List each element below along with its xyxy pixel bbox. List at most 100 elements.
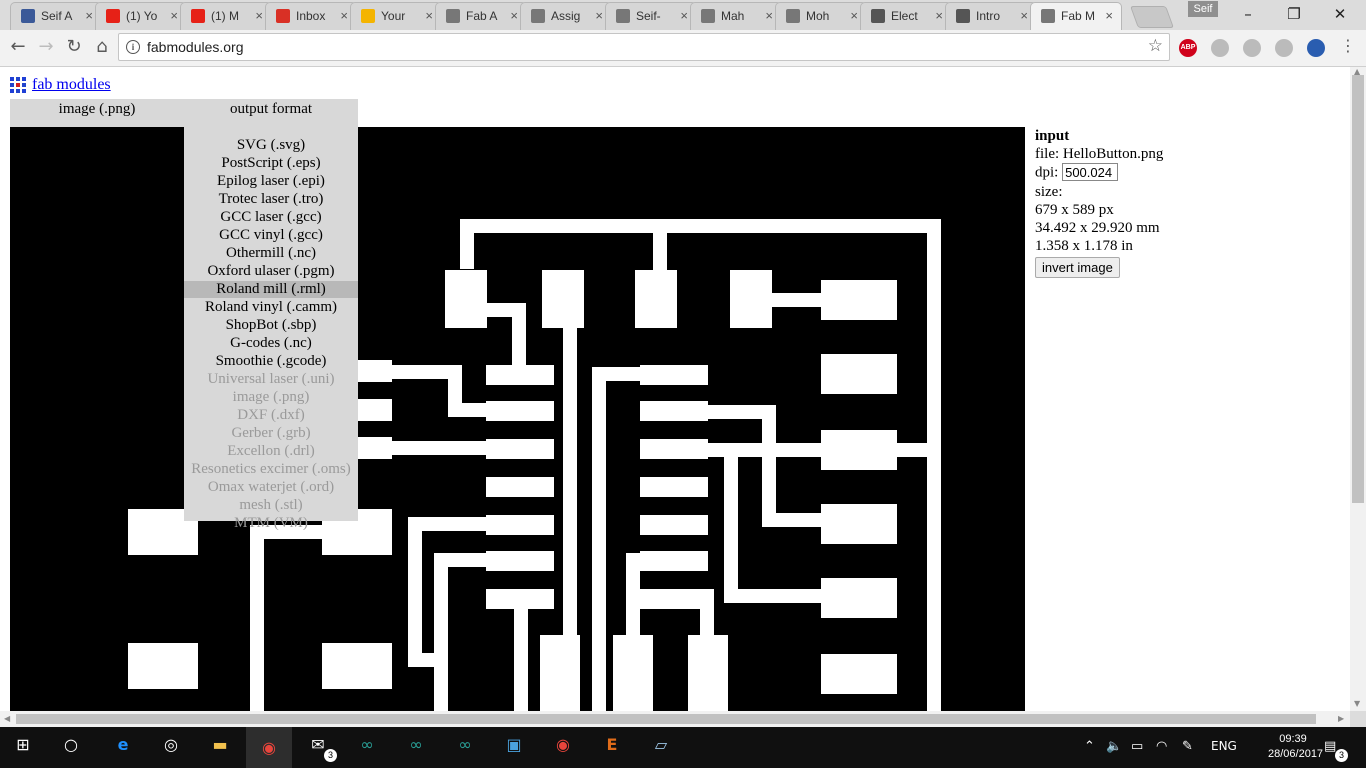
output-option[interactable]: G-codes (.nc) xyxy=(184,335,358,352)
edge-icon[interactable]: e xyxy=(110,735,136,761)
notepad-icon[interactable]: ▱ xyxy=(648,735,674,761)
output-option[interactable]: Roland vinyl (.camm) xyxy=(184,299,358,316)
address-bar[interactable]: i fabmodules.org ☆ xyxy=(118,33,1170,61)
vertical-scroll-thumb[interactable] xyxy=(1352,75,1364,503)
tab-title: (1) M xyxy=(211,9,239,23)
output-option[interactable]: GCC laser (.gcc) xyxy=(184,209,358,226)
language-indicator[interactable]: ENG xyxy=(1211,739,1237,753)
close-window-icon[interactable]: ✕ xyxy=(1330,4,1350,24)
output-option[interactable]: Smoothie (.gcode) xyxy=(184,353,358,370)
tab-close-icon[interactable]: × xyxy=(255,8,263,23)
adblock-icon[interactable]: ABP xyxy=(1179,39,1197,57)
horizontal-scroll-thumb[interactable] xyxy=(16,714,1316,724)
browser-tab[interactable]: (1) Yo × xyxy=(95,2,187,30)
output-option[interactable]: Epilog laser (.epi) xyxy=(184,173,358,190)
file-explorer-icon[interactable]: ▬ xyxy=(207,735,233,761)
tab-close-icon[interactable]: × xyxy=(1020,8,1028,23)
pen-icon[interactable]: ✎ xyxy=(1182,739,1193,754)
clock[interactable]: 09:39 28/06/2017 xyxy=(1268,732,1323,762)
app-window-icon[interactable]: ▣ xyxy=(501,735,527,761)
browser-tab[interactable]: Intro × xyxy=(945,2,1037,30)
chrome-taskbar-icon[interactable]: ◉ xyxy=(246,727,292,768)
forward-arrow-icon[interactable]: → xyxy=(34,36,58,60)
windows-start-icon[interactable]: ⊞ xyxy=(10,735,36,761)
back-arrow-icon[interactable]: ← xyxy=(6,36,30,60)
extension-icon[interactable] xyxy=(1307,39,1325,57)
browser-tab[interactable]: Seif- × xyxy=(605,2,697,30)
chrome-icon[interactable]: ◉ xyxy=(550,735,576,761)
input-format-menu[interactable]: image (.png) xyxy=(10,99,184,123)
new-tab-button[interactable] xyxy=(1129,6,1175,28)
tab-close-icon[interactable]: × xyxy=(425,8,433,23)
notification-icon[interactable]: ▤ xyxy=(1324,739,1336,754)
tab-title: Elect xyxy=(891,9,918,23)
extension-icon[interactable] xyxy=(1275,39,1293,57)
wifi-icon[interactable]: ◠ xyxy=(1156,739,1167,754)
search-circle-icon[interactable]: ○ xyxy=(58,735,84,761)
home-icon[interactable]: ⌂ xyxy=(90,36,114,60)
groove-icon[interactable]: ◎ xyxy=(158,735,184,761)
output-option[interactable]: SVG (.svg) xyxy=(184,137,358,154)
browser-tab[interactable]: Mah × xyxy=(690,2,782,30)
tab-close-icon[interactable]: × xyxy=(85,8,93,23)
output-option[interactable]: PostScript (.eps) xyxy=(184,155,358,172)
scroll-down-icon[interactable]: ▼ xyxy=(1354,699,1360,708)
invert-image-button[interactable]: invert image xyxy=(1035,257,1120,278)
tab-close-icon[interactable]: × xyxy=(510,8,518,23)
arduino-icon-2[interactable]: ∞ xyxy=(403,735,429,761)
output-option[interactable]: ShopBot (.sbp) xyxy=(184,317,358,334)
tab-close-icon[interactable]: × xyxy=(680,8,688,23)
scroll-right-icon[interactable]: ▶ xyxy=(1338,714,1344,723)
horizontal-scrollbar[interactable]: ◀ ▶ xyxy=(0,711,1350,727)
profile-button[interactable]: Seif xyxy=(1188,1,1218,17)
info-icon[interactable]: i xyxy=(126,40,140,54)
browser-tab[interactable]: Fab A × xyxy=(435,2,527,30)
output-option[interactable]: GCC vinyl (.gcc) xyxy=(184,227,358,244)
restore-icon[interactable]: ❐ xyxy=(1284,4,1304,24)
fab-modules-link[interactable]: fab modules xyxy=(32,76,111,94)
extension-icon[interactable] xyxy=(1243,39,1261,57)
tab-title: Intro xyxy=(976,9,1001,23)
tab-close-icon[interactable]: × xyxy=(935,8,943,23)
browser-tab[interactable]: Moh × xyxy=(775,2,867,30)
battery-icon[interactable]: ▭ xyxy=(1131,739,1143,754)
browser-tab[interactable]: Your × xyxy=(350,2,442,30)
output-option[interactable]: Oxford ulaser (.pgm) xyxy=(184,263,358,280)
book-icon xyxy=(871,9,885,23)
tab-close-icon[interactable]: × xyxy=(765,8,773,23)
arduino-icon-3[interactable]: ∞ xyxy=(452,735,478,761)
volume-icon[interactable]: 🔈 xyxy=(1106,739,1122,754)
dpi-input[interactable] xyxy=(1062,163,1119,181)
output-option: Omax waterjet (.ord) xyxy=(207,479,335,495)
browser-tab[interactable]: Assig × xyxy=(520,2,612,30)
tab-close-icon[interactable]: × xyxy=(850,8,858,23)
minimize-icon[interactable]: – xyxy=(1238,4,1258,24)
tab-title: Inbox xyxy=(296,9,326,23)
file-row: file: HelloButton.png xyxy=(1035,145,1335,163)
browser-tab[interactable]: (1) M × xyxy=(180,2,272,30)
output-option[interactable]: Othermill (.nc) xyxy=(184,245,358,262)
arduino-icon-1[interactable]: ∞ xyxy=(354,735,380,761)
browser-tab[interactable]: Seif A × xyxy=(10,2,102,30)
scroll-left-icon[interactable]: ◀ xyxy=(4,714,10,723)
tray-chevron-icon[interactable]: ⌃ xyxy=(1084,739,1095,754)
output-option: mesh (.stl) xyxy=(239,497,303,513)
eagle-icon[interactable]: E xyxy=(599,735,625,761)
vertical-scrollbar[interactable]: ▲ ▼ xyxy=(1350,67,1366,711)
bookmark-star-icon[interactable]: ☆ xyxy=(1148,36,1163,56)
tab-close-icon[interactable]: × xyxy=(340,8,348,23)
tab-close-icon[interactable]: × xyxy=(595,8,603,23)
reload-icon[interactable]: ↻ xyxy=(62,36,86,60)
url-text: fabmodules.org xyxy=(147,39,244,55)
output-format-menu[interactable]: output format xyxy=(184,99,358,123)
browser-tab[interactable]: Inbox × xyxy=(265,2,357,30)
tab-close-icon[interactable]: × xyxy=(170,8,178,23)
output-option[interactable]: Trotec laser (.tro) xyxy=(184,191,358,208)
browser-tab[interactable]: Elect × xyxy=(860,2,952,30)
browser-tab[interactable]: Fab M × xyxy=(1030,2,1122,30)
tab-strip: Seif – ❐ ✕ Seif A × (1) Yo × (1) M × Inbox × You… xyxy=(0,0,1366,30)
output-option[interactable]: Roland mill (.rml) xyxy=(184,281,358,298)
menu-dots-icon[interactable]: ⋮ xyxy=(1336,36,1360,60)
tab-close-icon[interactable]: × xyxy=(1105,8,1113,23)
extension-icon[interactable] xyxy=(1211,39,1229,57)
